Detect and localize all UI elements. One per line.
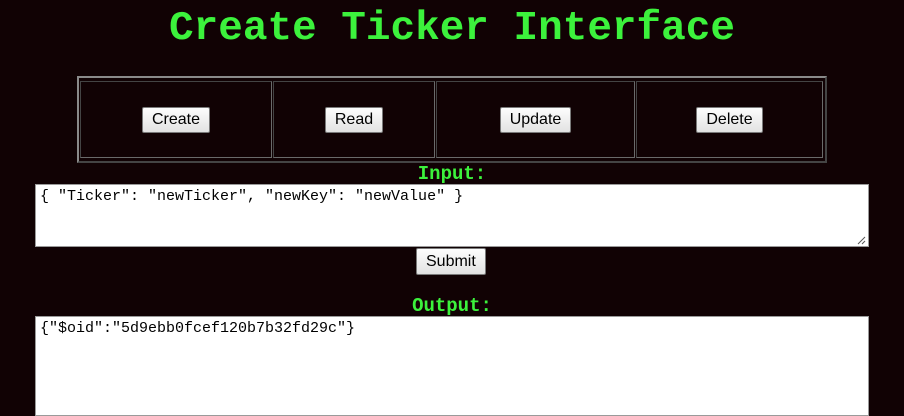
output-label: Output: (412, 295, 492, 317)
read-button[interactable]: Read (324, 106, 384, 133)
update-cell: Update (436, 81, 635, 158)
delete-cell: Delete (636, 81, 823, 158)
update-button[interactable]: Update (499, 106, 572, 133)
create-button[interactable]: Create (141, 106, 211, 133)
read-cell: Read (273, 81, 435, 158)
input-textarea[interactable] (35, 184, 869, 247)
submit-button[interactable]: Submit (416, 248, 486, 275)
page-title: Create Ticker Interface (169, 6, 735, 52)
operations-table: Create Read Update Delete (77, 76, 827, 163)
create-cell: Create (80, 81, 272, 158)
delete-button[interactable]: Delete (696, 106, 763, 133)
resize-grip-icon[interactable] (856, 235, 866, 245)
input-label: Input: (417, 163, 487, 185)
output-textarea[interactable] (35, 316, 869, 416)
